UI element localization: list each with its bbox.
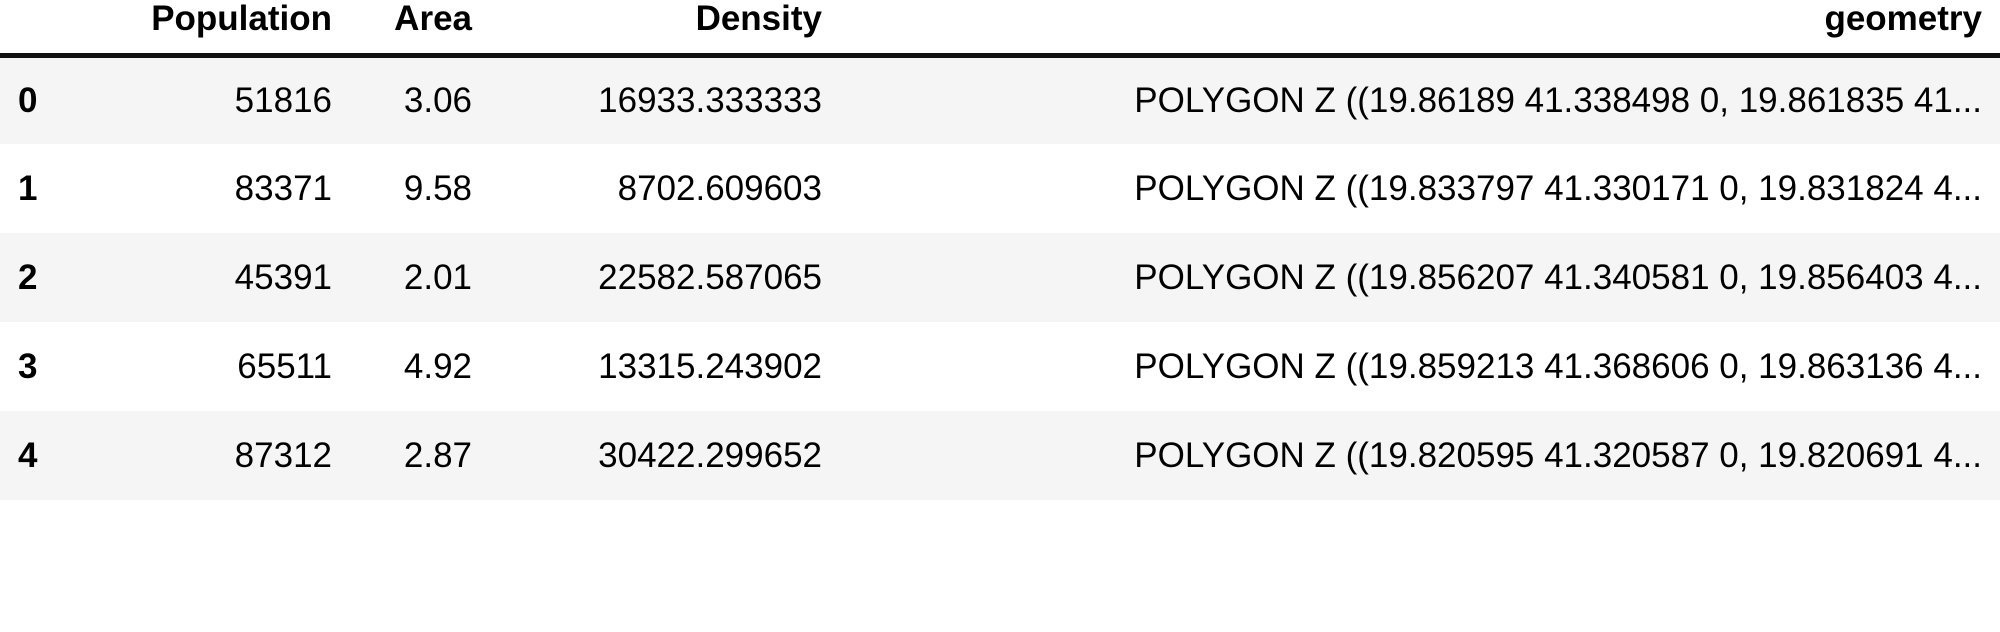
column-header-index	[0, 0, 120, 58]
cell-area: 4.92	[403, 346, 472, 386]
cell-area: 9.58	[403, 168, 472, 208]
header-row: Population Area Density geometry	[0, 0, 2000, 58]
dataframe-table: Population Area Density geometry 0 51816…	[0, 0, 2000, 500]
cell-density: 13315.243902	[598, 346, 822, 386]
row-index-label: 0	[18, 80, 38, 120]
cell-density: 22582.587065	[598, 257, 822, 297]
table-row: 4 87312 2.87 30422.299652 POLYGON Z ((19…	[0, 411, 2000, 500]
row-index-label: 2	[18, 257, 38, 297]
row-index-label: 3	[18, 346, 38, 386]
column-header-geometry: geometry	[840, 0, 2000, 58]
column-header-density: Density	[490, 0, 840, 58]
cell-population: 87312	[234, 435, 332, 475]
table-row: 2 45391 2.01 22582.587065 POLYGON Z ((19…	[0, 233, 2000, 322]
dataframe-container: Population Area Density geometry 0 51816…	[0, 0, 2000, 632]
table-row: 1 83371 9.58 8702.609603 POLYGON Z ((19.…	[0, 144, 2000, 233]
table-row: 3 65511 4.92 13315.243902 POLYGON Z ((19…	[0, 322, 2000, 411]
cell-area: 2.01	[403, 257, 472, 297]
row-index-label: 4	[18, 435, 38, 475]
cell-density: 16933.333333	[598, 80, 822, 120]
table-row: 0 51816 3.06 16933.333333 POLYGON Z ((19…	[0, 55, 2000, 144]
column-header-area: Area	[350, 0, 490, 58]
cell-population: 65511	[237, 346, 332, 386]
cell-geometry: POLYGON Z ((19.86189 41.338498 0, 19.861…	[1134, 80, 1982, 120]
row-index-label: 1	[18, 168, 38, 208]
cell-density: 30422.299652	[598, 435, 822, 475]
cell-area: 3.06	[403, 80, 472, 120]
cell-population: 45391	[234, 257, 332, 297]
table-body: 0 51816 3.06 16933.333333 POLYGON Z ((19…	[0, 55, 2000, 500]
cell-geometry: POLYGON Z ((19.833797 41.330171 0, 19.83…	[1134, 168, 1982, 208]
cell-population: 51816	[234, 80, 332, 120]
cell-area: 2.87	[403, 435, 472, 475]
table-header: Population Area Density geometry	[0, 0, 2000, 58]
cell-geometry: POLYGON Z ((19.859213 41.368606 0, 19.86…	[1134, 346, 1982, 386]
cell-geometry: POLYGON Z ((19.820595 41.320587 0, 19.82…	[1134, 435, 1982, 475]
cell-density: 8702.609603	[617, 168, 822, 208]
cell-population: 83371	[234, 168, 332, 208]
column-header-population: Population	[120, 0, 350, 58]
cell-geometry: POLYGON Z ((19.856207 41.340581 0, 19.85…	[1134, 257, 1982, 297]
